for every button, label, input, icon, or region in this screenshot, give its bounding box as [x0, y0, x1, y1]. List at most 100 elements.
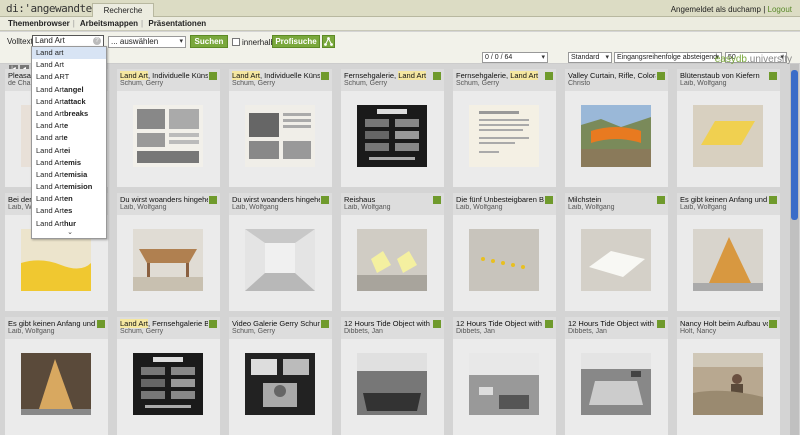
card-title[interactable]: Video Galerie Gerry Schum — [232, 319, 320, 328]
scrollbar-thumb[interactable] — [791, 70, 798, 220]
result-card[interactable]: Blütenstaub von Kiefern Laib, Wolfgang — [677, 69, 780, 187]
card-marker-icon[interactable] — [545, 320, 553, 328]
card-thumbnail[interactable] — [21, 353, 91, 415]
card-title[interactable]: Milchstein — [568, 195, 656, 204]
card-thumbnail[interactable] — [469, 353, 539, 415]
search-button[interactable]: Suchen — [190, 35, 228, 48]
nav-praesentationen[interactable]: Präsentationen — [148, 19, 206, 28]
autocomplete-item[interactable]: Land Artemision — [32, 181, 106, 193]
profisuche-button[interactable]: Profisuche — [272, 35, 320, 48]
autocomplete-item[interactable]: Land Artes — [32, 205, 106, 217]
card-title[interactable]: Du wirst woanders hingehen — [232, 195, 320, 204]
card-marker-icon[interactable] — [321, 72, 329, 80]
result-card[interactable]: 12 Hours Tide Object with Dibbets, Jan — [341, 317, 444, 435]
result-card[interactable]: Milchstein Laib, Wolfgang — [565, 193, 668, 311]
card-marker-icon[interactable] — [97, 320, 105, 328]
scrollbar[interactable] — [790, 64, 799, 435]
card-marker-icon[interactable] — [545, 72, 553, 80]
nav-themenbrowser[interactable]: Themenbrowser — [8, 19, 70, 28]
result-count-select[interactable]: 0 / 0 / 64 — [482, 52, 548, 63]
result-card[interactable]: Land Art, Individuelle Künstler Schum, G… — [229, 69, 332, 187]
card-thumbnail[interactable] — [245, 353, 315, 415]
card-title[interactable]: Die fünf Unbesteigbaren Berge — [456, 195, 544, 204]
card-thumbnail[interactable] — [693, 229, 763, 291]
card-title[interactable]: Es gibt keinen Anfang und — [680, 195, 768, 204]
autocomplete-item[interactable]: Land ART — [32, 71, 106, 83]
card-title[interactable]: Reishaus — [344, 195, 432, 204]
autocomplete-item[interactable]: Land arte — [32, 132, 106, 144]
card-title[interactable]: Land Art, Individuelle Künstler — [120, 71, 208, 80]
view-select[interactable]: Standard — [568, 52, 612, 63]
nav-arbeitsmappen[interactable]: Arbeitsmappen — [80, 19, 138, 28]
card-thumbnail[interactable] — [357, 229, 427, 291]
card-thumbnail[interactable] — [693, 105, 763, 167]
card-marker-icon[interactable] — [769, 320, 777, 328]
result-card[interactable]: Die fünf Unbesteigbaren Berge Laib, Wolf… — [453, 193, 556, 311]
autocomplete-item[interactable]: Land Arten — [32, 193, 106, 205]
card-thumbnail[interactable] — [581, 229, 651, 291]
autocomplete-item[interactable]: Land Artbreaks — [32, 108, 106, 120]
card-marker-icon[interactable] — [545, 196, 553, 204]
result-card[interactable]: Reishaus Laib, Wolfgang — [341, 193, 444, 311]
card-marker-icon[interactable] — [433, 72, 441, 80]
result-card[interactable]: Du wirst woanders hingehen Laib, Wolfgan… — [229, 193, 332, 311]
result-card[interactable]: Nancy Holt beim Aufbau von Holt, Nancy — [677, 317, 780, 435]
result-card[interactable]: Du wirst woanders hingehen Laib, Wolfgan… — [117, 193, 220, 311]
card-title[interactable]: Es gibt keinen Anfang und — [8, 319, 96, 328]
card-thumbnail[interactable] — [469, 229, 539, 291]
autocomplete-item[interactable]: Land Artei — [32, 145, 106, 157]
autocomplete-item[interactable]: Land Art — [32, 59, 106, 71]
result-card[interactable]: Valley Curtain, Rifle, Colorado Christo — [565, 69, 668, 187]
card-thumbnail[interactable] — [581, 105, 651, 167]
within-checkbox[interactable] — [232, 38, 240, 46]
card-marker-icon[interactable] — [769, 72, 777, 80]
card-title[interactable]: Du wirst woanders hingehen — [120, 195, 208, 204]
card-marker-icon[interactable] — [657, 72, 665, 80]
card-title[interactable]: Blütenstaub von Kiefern — [680, 71, 768, 80]
card-title[interactable]: Nancy Holt beim Aufbau von — [680, 319, 768, 328]
result-card[interactable]: Land Art, Fernsehgalerie Berlin Schum, G… — [117, 317, 220, 435]
card-title[interactable]: Fernsehgalerie, Land Art — [344, 71, 432, 80]
card-thumbnail[interactable] — [245, 229, 315, 291]
result-card[interactable]: Es gibt keinen Anfang und Laib, Wolfgang — [5, 317, 108, 435]
card-marker-icon[interactable] — [657, 320, 665, 328]
card-thumbnail[interactable] — [357, 353, 427, 415]
card-title[interactable]: Fernsehgalerie, Land Art — [456, 71, 544, 80]
result-card[interactable]: Fernsehgalerie, Land Art Schum, Gerry — [341, 69, 444, 187]
sort-select[interactable]: Eingangsreihenfolge absteigend — [614, 52, 722, 63]
result-card[interactable]: 12 Hours Tide Object with Dibbets, Jan — [453, 317, 556, 435]
autocomplete-item[interactable]: Land Artangel — [32, 84, 106, 96]
card-thumbnail[interactable] — [133, 105, 203, 167]
result-card[interactable]: Land Art, Individuelle Künstler Schum, G… — [117, 69, 220, 187]
card-marker-icon[interactable] — [433, 196, 441, 204]
autocomplete-item[interactable]: Land Arte — [32, 120, 106, 132]
card-title[interactable]: Land Art, Individuelle Künstler — [232, 71, 320, 80]
result-card[interactable]: Es gibt keinen Anfang und Laib, Wolfgang — [677, 193, 780, 311]
result-card[interactable]: 12 Hours Tide Object with Dibbets, Jan — [565, 317, 668, 435]
result-card[interactable]: Fernsehgalerie, Land Art Schum, Gerry — [453, 69, 556, 187]
card-marker-icon[interactable] — [209, 72, 217, 80]
card-thumbnail[interactable] — [357, 105, 427, 167]
card-marker-icon[interactable] — [769, 196, 777, 204]
card-marker-icon[interactable] — [321, 196, 329, 204]
card-title[interactable]: 12 Hours Tide Object with — [568, 319, 656, 328]
card-thumbnail[interactable] — [245, 105, 315, 167]
card-thumbnail[interactable] — [581, 353, 651, 415]
card-marker-icon[interactable] — [209, 320, 217, 328]
card-marker-icon[interactable] — [209, 196, 217, 204]
card-marker-icon[interactable] — [657, 196, 665, 204]
autocomplete-item[interactable]: Land Artattack — [32, 96, 106, 108]
app-logo[interactable]: di:'angewandte — [6, 2, 92, 15]
card-marker-icon[interactable] — [321, 320, 329, 328]
chevron-down-icon[interactable]: ⌄ — [32, 228, 108, 238]
card-title[interactable]: Land Art, Fernsehgalerie Berlin — [120, 319, 208, 328]
card-title[interactable]: Valley Curtain, Rifle, Colorado — [568, 71, 656, 80]
autocomplete-item[interactable]: Land Artemisia — [32, 169, 106, 181]
help-icon[interactable]: ? — [93, 37, 101, 45]
result-card[interactable]: Video Galerie Gerry Schum Schum, Gerry — [229, 317, 332, 435]
card-marker-icon[interactable] — [433, 320, 441, 328]
card-title[interactable]: 12 Hours Tide Object with — [344, 319, 432, 328]
tree-icon[interactable] — [322, 35, 335, 48]
scope-select[interactable]: ... auswählen — [108, 36, 186, 48]
logout-link[interactable]: Logout — [768, 5, 792, 14]
